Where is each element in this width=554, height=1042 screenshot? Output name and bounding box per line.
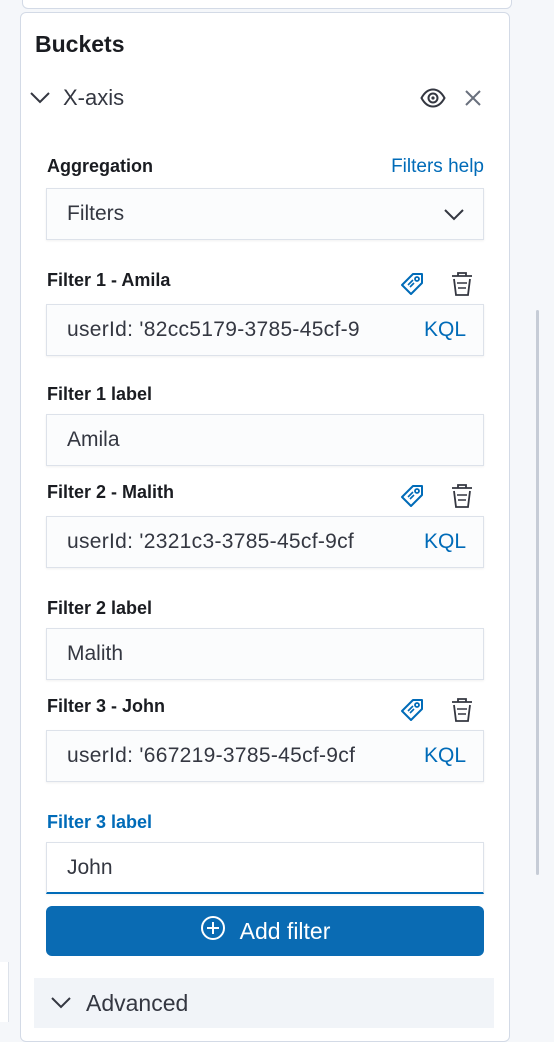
filter-1-label-input[interactable]: Amila <box>46 414 484 466</box>
trash-icon[interactable] <box>448 482 476 510</box>
advanced-accordion-header[interactable]: Advanced <box>34 978 494 1028</box>
filter-1-actions <box>398 270 476 298</box>
panel-title: Buckets <box>35 31 125 57</box>
chevron-down-icon[interactable] <box>48 990 74 1016</box>
scrollbar[interactable] <box>536 310 539 875</box>
bucket-accordion-header[interactable]: X-axis <box>27 78 487 118</box>
filter-3-title: Filter 3 - John <box>47 696 166 716</box>
filter-3-label-title: Filter 3 label <box>47 812 153 832</box>
close-icon[interactable] <box>459 84 487 112</box>
tag-icon[interactable] <box>398 696 426 724</box>
tag-icon[interactable] <box>398 270 426 298</box>
previous-panel-edge <box>22 0 512 9</box>
query-language-button[interactable]: KQL <box>407 731 483 781</box>
filter-1-label-title: Filter 1 label <box>47 384 153 404</box>
filter-3-query-input[interactable]: userId: '667219-3785-45cf-9cf KQL <box>46 730 484 782</box>
trash-icon[interactable] <box>448 696 476 724</box>
query-language-button[interactable]: KQL <box>407 305 483 355</box>
trash-icon[interactable] <box>448 270 476 298</box>
filter-1-label-value: Amila <box>67 428 120 451</box>
filter-3-actions <box>398 696 476 724</box>
filter-2-label-value: Malith <box>67 642 124 665</box>
filter-1-title: Filter 1 - Amila <box>47 270 171 290</box>
filter-2-label-input[interactable]: Malith <box>46 628 484 680</box>
add-filter-label: Add filter <box>239 917 331 944</box>
plus-circle-icon <box>200 915 226 947</box>
add-filter-button[interactable]: Add filter <box>46 906 484 956</box>
chevron-down-icon <box>443 203 465 231</box>
aggregation-label: Aggregation <box>47 156 153 176</box>
side-panel-edge <box>0 962 9 1022</box>
filter-1-query-text: userId: '82cc5179-3785-45cf-9 <box>67 318 360 341</box>
eye-icon[interactable] <box>419 84 447 112</box>
filter-2-title: Filter 2 - Malith <box>47 482 175 502</box>
filter-2-query-text: userId: '2321c3-3785-45cf-9cf <box>67 530 355 553</box>
aggregation-value: Filters <box>67 202 125 225</box>
filters-help-link[interactable]: Filters help <box>391 156 484 178</box>
advanced-label: Advanced <box>86 989 189 1016</box>
bucket-label: X-axis <box>63 85 125 110</box>
query-language-button[interactable]: KQL <box>407 517 483 567</box>
chevron-down-icon[interactable] <box>27 85 53 111</box>
filter-3-query-text: userId: '667219-3785-45cf-9cf <box>67 744 356 767</box>
filter-3-label-input[interactable]: John <box>46 842 484 894</box>
filter-3-label-value: John <box>67 855 113 879</box>
filter-2-actions <box>398 482 476 510</box>
filter-2-label-title: Filter 2 label <box>47 598 153 618</box>
filter-1-query-input[interactable]: userId: '82cc5179-3785-45cf-9 KQL <box>46 304 484 356</box>
tag-icon[interactable] <box>398 482 426 510</box>
filter-2-query-input[interactable]: userId: '2321c3-3785-45cf-9cf KQL <box>46 516 484 568</box>
aggregation-select[interactable]: Filters <box>46 188 484 240</box>
